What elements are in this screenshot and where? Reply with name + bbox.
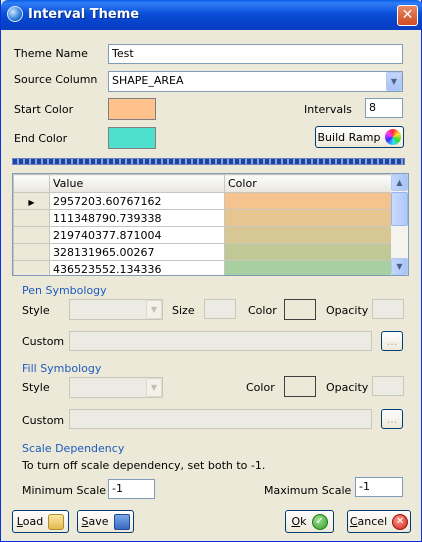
grid-header-color[interactable]: Color [224,174,392,193]
grid-header-value[interactable]: Value [49,174,225,193]
grid-cell-color[interactable] [224,243,392,261]
intervals-label: Intervals [304,103,352,116]
pen-opacity-input[interactable] [372,299,404,319]
end-color-label: End Color [14,132,68,145]
pen-browse-button[interactable]: ... [381,331,403,351]
window-title: Interval Theme [28,7,140,22]
cancel-button[interactable]: Cancel ✕ [347,510,411,533]
pen-style-label: Style [22,304,50,317]
scroll-thumb[interactable] [391,192,408,226]
intervals-input[interactable]: 8 [365,98,403,118]
interval-theme-dialog: Interval Theme ✕ Theme Name Test Source … [0,0,422,542]
build-ramp-label: Build Ramp [317,130,381,144]
pen-style-select[interactable]: ▼ [69,299,163,320]
folder-open-icon [48,513,65,530]
scale-dependency-heading: Scale Dependency [22,442,125,455]
row-header[interactable] [13,209,50,227]
grid-cell-value[interactable]: 436523552.134336 [49,260,225,275]
fill-opacity-input[interactable] [372,376,404,396]
fill-color-swatch[interactable] [284,376,316,397]
pen-symbology-heading: Pen Symbology [22,284,107,297]
maximum-scale-label: Maximum Scale [264,484,352,497]
fill-symbology-heading: Fill Symbology [22,362,102,375]
grid-cell-color[interactable] [224,226,392,244]
load-button[interactable]: Load [12,510,69,533]
row-header[interactable] [13,243,50,261]
grid-row[interactable]: 436523552.134336 [13,260,392,275]
cancel-label: Cancel [350,515,387,528]
load-label: Load [17,515,43,528]
scroll-up-icon[interactable]: ▲ [391,174,408,191]
pen-size-input[interactable] [204,299,236,319]
interval-grid[interactable]: Value Color ▶ 2957203.60767162 111348790.7… [12,173,409,276]
ok-label: Ok [291,515,306,528]
fill-custom-input[interactable] [69,409,372,429]
grid-cell-value[interactable]: 219740377.871004 [49,226,225,244]
grid-cell-color[interactable] [224,209,392,227]
row-header[interactable]: ▶ [13,192,50,210]
fill-style-select[interactable]: ▼ [69,377,163,398]
theme-name-input[interactable]: Test [108,44,403,64]
fill-opacity-label: Opacity [326,381,369,394]
scale-dependency-hint: To turn off scale dependency, set both t… [22,459,266,472]
pen-color-label: Color [248,304,277,317]
fill-custom-label: Custom [22,414,65,427]
grid-cell-value[interactable]: 111348790.739338 [49,209,225,227]
minimum-scale-input[interactable]: -1 [108,479,155,499]
floppy-disk-icon [113,513,130,530]
pen-opacity-label: Opacity [326,304,369,317]
fill-color-label: Color [246,381,275,394]
grid-cell-color[interactable] [224,192,392,210]
grid-cell-color[interactable] [224,260,392,275]
maximum-scale-input[interactable]: -1 [355,477,403,497]
ok-hotkey: O [291,515,301,528]
start-color-label: Start Color [14,103,74,116]
ok-button[interactable]: Ok ✓ [285,510,334,533]
save-label-rest: ave [88,515,109,528]
source-column-value: SHAPE_AREA [112,74,184,87]
chevron-down-icon[interactable]: ▼ [146,378,162,397]
check-icon: ✓ [311,513,328,530]
end-color-swatch[interactable] [108,127,156,149]
cancel-label-rest: ancel [357,515,388,528]
color-wheel-icon [385,129,402,145]
grid-row[interactable]: 219740377.871004 [13,226,392,244]
cancel-x-icon: ✕ [392,513,409,530]
chevron-down-icon[interactable]: ▼ [146,300,162,319]
globe-icon [7,6,23,22]
pen-size-label: Size [172,304,195,317]
row-header[interactable] [13,260,50,275]
pen-color-swatch[interactable] [284,299,316,320]
fill-browse-button[interactable]: ... [381,409,403,429]
close-button[interactable]: ✕ [397,5,418,26]
progress-bar [12,158,405,165]
start-color-swatch[interactable] [108,98,156,120]
pen-custom-input[interactable] [69,331,372,351]
source-column-select[interactable]: SHAPE_AREA ▼ [108,71,403,92]
chevron-down-icon[interactable]: ▼ [386,72,402,91]
row-header[interactable] [13,226,50,244]
build-ramp-button[interactable]: Build Ramp [315,126,404,148]
fill-style-label: Style [22,381,50,394]
theme-name-label: Theme Name [14,47,88,60]
current-row-icon: ▶ [28,197,35,207]
grid-scrollbar[interactable]: ▲ ▼ [391,174,408,275]
scroll-down-icon[interactable]: ▼ [391,258,408,275]
ok-label-rest: k [300,515,307,528]
source-column-label: Source Column [14,73,98,86]
load-label-rest: oad [22,515,44,528]
grid-row[interactable]: 111348790.739338 [13,209,392,227]
save-label: Save [81,515,108,528]
pen-custom-label: Custom [22,335,65,348]
save-button[interactable]: Save [77,510,134,533]
grid-row[interactable]: 328131965.00267 [13,243,392,261]
grid-cell-value[interactable]: 328131965.00267 [49,243,225,261]
grid-row[interactable]: ▶ 2957203.60767162 [13,192,392,210]
title-bar[interactable]: Interval Theme ✕ [1,0,422,30]
cancel-hotkey: C [349,515,358,528]
minimum-scale-label: Minimum Scale [22,484,107,497]
grid-header-row: Value Color [13,174,392,193]
grid-cell-value[interactable]: 2957203.60767162 [49,192,225,210]
grid-corner-header [13,174,50,193]
